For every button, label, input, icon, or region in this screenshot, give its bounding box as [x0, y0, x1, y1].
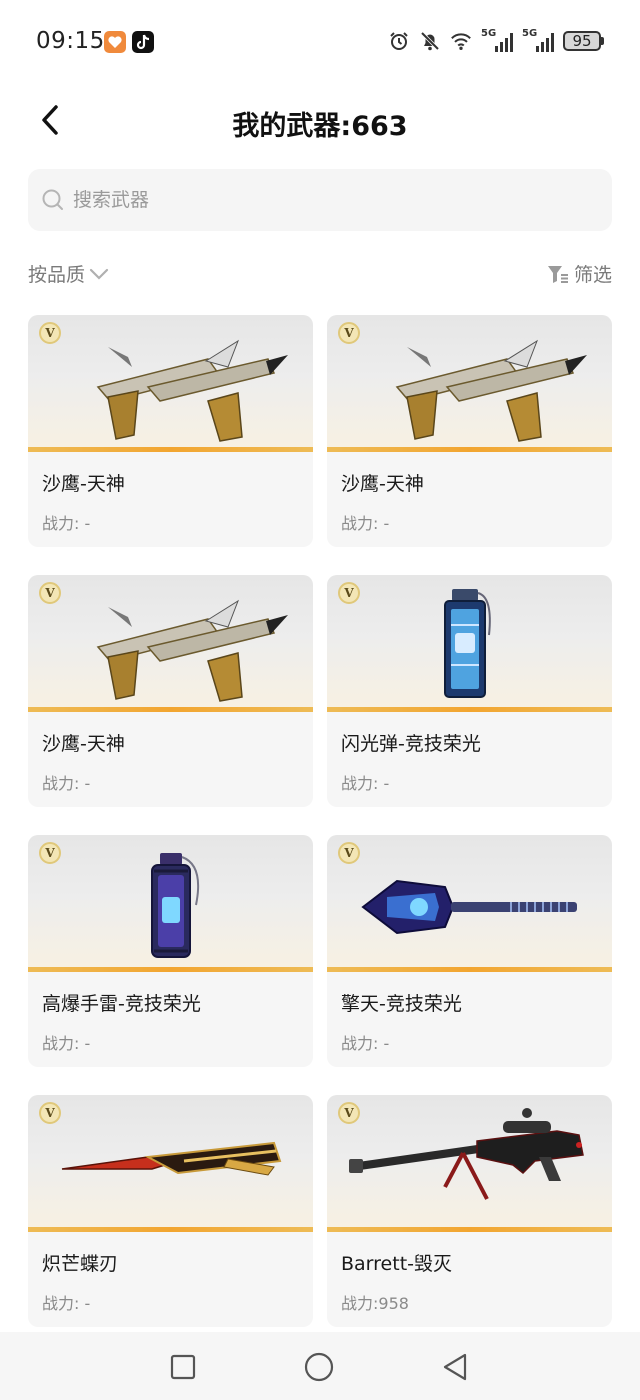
weapon-power: 战力: -	[341, 514, 390, 533]
v-badge-icon: V	[338, 582, 360, 604]
v-badge-icon: V	[39, 582, 61, 604]
weapon-power: 战力: -	[42, 774, 91, 793]
weapon-card[interactable]: V 沙鹰-天神 战力: -	[28, 575, 313, 807]
weapon-card[interactable]: V 闪光弹-竞技荣光 战力: -	[327, 575, 612, 807]
v-badge-icon: V	[39, 1102, 61, 1124]
recent-apps-button[interactable]	[166, 1350, 200, 1384]
square-icon	[170, 1354, 196, 1380]
weapon-name: 沙鹰-天神	[42, 473, 125, 495]
network-label-2: 5G	[522, 28, 538, 39]
home-button[interactable]	[302, 1350, 336, 1384]
weapon-name: 高爆手雷-竞技荣光	[42, 993, 201, 1015]
weapon-image: V	[327, 835, 612, 972]
weapon-power: 战力: -	[42, 1034, 91, 1053]
weapon-name: 炽芒蝶刃	[42, 1253, 119, 1275]
mute-bell-icon	[420, 31, 440, 51]
system-nav-bar	[0, 1332, 640, 1400]
filter-button[interactable]: 筛选	[547, 260, 612, 287]
filter-label: 筛选	[573, 264, 612, 286]
page-title: 我的武器:663	[232, 111, 408, 142]
battery-icon: 95	[563, 31, 604, 51]
weapon-card[interactable]: V Barrett-毁灭 战力:958	[327, 1095, 612, 1327]
network-label-1: 5G	[481, 28, 497, 39]
weapon-image: V	[28, 315, 313, 452]
weapon-image: V	[327, 315, 612, 452]
butterfly-knife-icon	[61, 1141, 282, 1176]
chevron-down-icon	[89, 268, 109, 280]
dual-pistols-icon	[96, 599, 288, 702]
weapon-image: V	[28, 575, 313, 712]
tiktok-app-icon	[132, 31, 154, 53]
v-badge-icon: V	[338, 1102, 360, 1124]
v-badge-icon: V	[338, 842, 360, 864]
weapon-card[interactable]: V 高爆手雷-竞技荣光 战力: -	[28, 835, 313, 1067]
search-box[interactable]	[28, 169, 612, 231]
weapon-image: V	[28, 1095, 313, 1232]
weapon-card[interactable]: V 沙鹰-天神 战力: -	[327, 315, 612, 547]
search-icon	[42, 189, 63, 210]
weapon-power: 战力: -	[42, 514, 91, 533]
weapon-name: Barrett-毁灭	[341, 1253, 452, 1275]
weapon-image: V	[28, 835, 313, 972]
sniper-rifle-icon	[349, 1108, 584, 1200]
dual-pistols-icon	[395, 339, 587, 442]
weapon-name: 闪光弹-竞技荣光	[341, 733, 481, 755]
weapon-card[interactable]: V 擎天-竞技荣光 战力: -	[327, 835, 612, 1067]
grenade-icon	[151, 853, 200, 958]
v-badge-icon: V	[338, 322, 360, 344]
status-bar: 09:15 5G 5G 95	[0, 0, 640, 86]
circle-icon	[304, 1352, 334, 1382]
weapon-name: 擎天-竞技荣光	[341, 993, 462, 1015]
heart-app-icon	[104, 31, 126, 53]
dual-pistols-icon	[96, 339, 288, 442]
filter-funnel-icon	[547, 265, 568, 283]
status-icons: 5G 5G 95	[388, 28, 604, 52]
battery-level: 95	[563, 31, 601, 51]
weapon-power: 战力: -	[42, 1294, 91, 1313]
weapon-image: V	[327, 575, 612, 712]
weapon-name: 沙鹰-天神	[341, 473, 424, 495]
wifi-icon	[451, 33, 471, 50]
weapon-image: V	[327, 1095, 612, 1232]
shovel-icon	[361, 879, 577, 935]
filter-row: 按品质 筛选	[28, 256, 612, 292]
v-badge-icon: V	[39, 322, 61, 344]
weapon-power: 战力: -	[341, 774, 390, 793]
weapon-power: 战力: -	[341, 1034, 390, 1053]
sort-by-quality-toggle[interactable]: 按品质	[28, 260, 109, 287]
weapon-name: 沙鹰-天神	[42, 733, 125, 755]
alarm-icon	[390, 32, 408, 50]
weapon-card[interactable]: V 炽芒蝶刃 战力: -	[28, 1095, 313, 1327]
weapon-grid: V 沙鹰-天神 战力: - V 沙鹰-天神 战力: - V 沙鹰-天神 战力: …	[28, 315, 612, 1327]
status-time: 09:15	[36, 28, 105, 54]
page-header: 我的武器:663	[0, 86, 640, 156]
search-input[interactable]	[73, 189, 553, 211]
weapon-card[interactable]: V 沙鹰-天神 战力: -	[28, 315, 313, 547]
cellular-signal-1-icon: 5G	[481, 28, 513, 52]
weapon-power: 战力:958	[341, 1294, 409, 1313]
sort-label: 按品质	[28, 264, 86, 286]
v-badge-icon: V	[39, 842, 61, 864]
flashbang-icon	[444, 589, 491, 698]
cellular-signal-2-icon: 5G	[522, 28, 554, 52]
back-nav-button[interactable]	[438, 1350, 472, 1384]
triangle-back-icon	[443, 1353, 467, 1381]
